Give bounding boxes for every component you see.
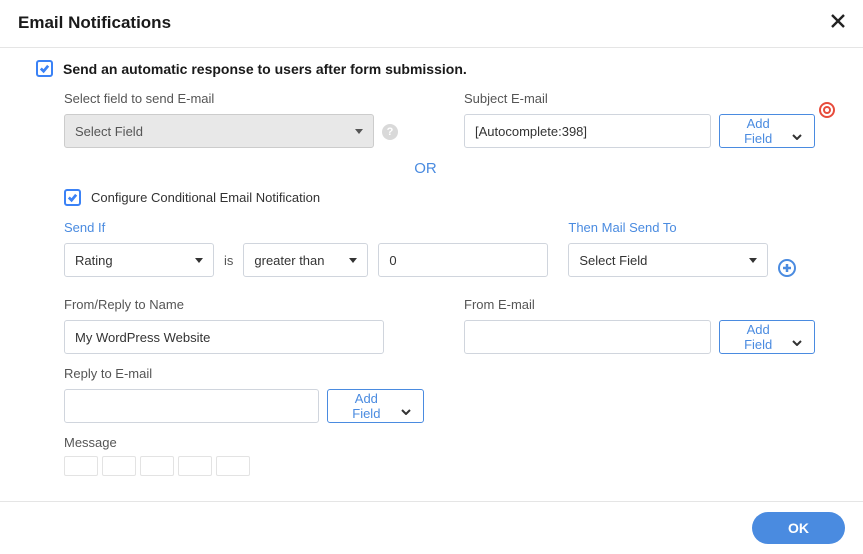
then-mail-value: Select Field [579,253,647,268]
condition-operator-select[interactable]: greater than [243,243,368,277]
toolbar-button[interactable] [102,456,136,476]
chevron-down-icon [349,258,357,263]
close-button[interactable] [827,10,849,35]
subject-col: Subject E-mail Add Field [464,91,815,148]
auto-response-checkbox[interactable] [36,60,53,77]
chevron-down-icon [792,334,802,340]
toolbar-button[interactable] [64,456,98,476]
from-name-col: From/Reply to Name [64,297,424,354]
dialog-content: Send an automatic response to users afte… [0,48,863,501]
from-row: From/Reply to Name From E-mail Add Field [64,297,815,354]
condition-field-select[interactable]: Rating [64,243,214,277]
help-ring-icon[interactable] [819,102,835,121]
chevron-down-icon [401,403,411,409]
close-icon [829,12,847,30]
add-field-label: Add Field [732,322,784,352]
add-field-button-reply[interactable]: Add Field [327,389,424,423]
help-icon[interactable]: ? [382,124,398,140]
auto-response-label: Send an automatic response to users afte… [63,61,467,77]
subject-input[interactable] [464,114,711,148]
reply-email-label: Reply to E-mail [64,366,424,381]
ok-button[interactable]: OK [752,512,845,544]
from-email-input[interactable] [464,320,711,354]
add-field-button-subject[interactable]: Add Field [719,114,815,148]
auto-response-row: Send an automatic response to users afte… [36,60,815,77]
condition-operator-value: greater than [254,253,324,268]
from-name-input[interactable] [64,320,384,354]
send-if-label: Send If [64,220,214,235]
toolbar-button[interactable] [216,456,250,476]
conditional-row: Configure Conditional Email Notification [64,189,815,206]
message-label: Message [64,435,117,450]
toolbar-button[interactable] [178,456,212,476]
select-field-label: Select field to send E-mail [64,91,374,106]
select-field-col: Select field to send E-mail Select Field… [64,91,424,148]
conditional-label: Configure Conditional Email Notification [91,190,320,205]
conditional-fields-row: Send If Rating is greater than Then Mail… [64,220,815,277]
from-email-col: From E-mail Add Field [464,297,815,354]
conditional-checkbox[interactable] [64,189,81,206]
operator-prefix: is [224,253,233,268]
from-email-label: From E-mail [464,297,815,312]
add-field-label: Add Field [732,116,784,146]
add-condition-button[interactable] [778,259,796,277]
add-field-label: Add Field [340,391,393,421]
chevron-down-icon [355,129,363,134]
from-name-label: From/Reply to Name [64,297,424,312]
select-field-value: Select Field [75,124,143,139]
condition-value-input[interactable] [378,243,548,277]
select-subject-row: Select field to send E-mail Select Field… [64,91,815,148]
chevron-down-icon [792,128,802,134]
chevron-down-icon [195,258,203,263]
chevron-down-icon [749,258,757,263]
toolbar-button[interactable] [140,456,174,476]
message-toolbar [64,456,815,476]
select-field-dropdown[interactable]: Select Field [64,114,374,148]
reply-email-input[interactable] [64,389,319,423]
dialog-footer: OK [0,501,863,554]
plus-icon [782,263,792,273]
reply-email-col: Reply to E-mail Add Field [64,366,424,423]
add-field-button-from-email[interactable]: Add Field [719,320,815,354]
dialog-title: Email Notifications [18,13,171,33]
or-separator: OR [36,160,815,177]
reply-row: Reply to E-mail Add Field [64,366,815,423]
email-notifications-dialog: Email Notifications Send an automatic re… [0,0,863,554]
then-mail-label: Then Mail Send To [568,220,768,235]
dialog-header: Email Notifications [0,0,863,48]
then-mail-select[interactable]: Select Field [568,243,768,277]
subject-label: Subject E-mail [464,91,815,106]
condition-field-value: Rating [75,253,113,268]
